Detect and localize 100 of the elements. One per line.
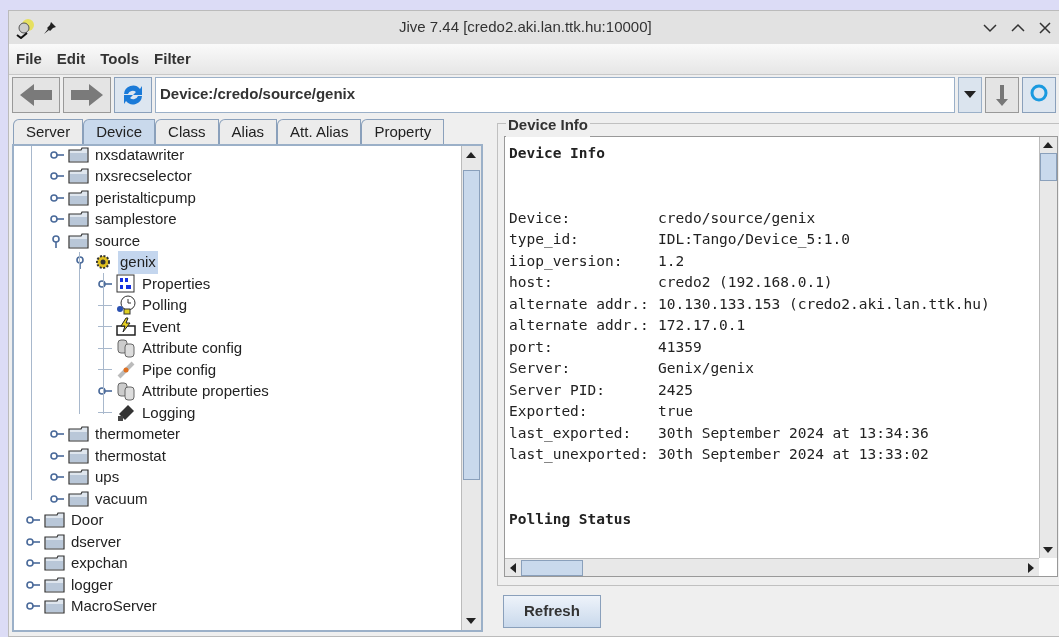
refresh-button[interactable]: Refresh (503, 594, 601, 628)
info-heading: Device Info (509, 144, 606, 163)
scroll-thumb[interactable] (463, 170, 480, 480)
close-icon[interactable] (1039, 21, 1051, 34)
vertical-scrollbar[interactable] (1039, 137, 1057, 558)
app-logo-icon (15, 16, 37, 39)
info-value: true (658, 402, 693, 421)
tree-item[interactable]: Polling (140, 294, 190, 317)
tree-item[interactable]: genix (118, 251, 158, 274)
pipe-icon (116, 359, 136, 380)
dropdown-button[interactable] (958, 76, 982, 113)
forward-button[interactable] (63, 76, 111, 113)
collapsed-toggle-icon[interactable] (50, 149, 64, 160)
collapsed-toggle-icon[interactable] (50, 214, 64, 225)
menu-item[interactable]: Filter (154, 47, 191, 71)
collapsed-toggle-icon[interactable] (26, 515, 40, 526)
cylinders-icon (116, 381, 136, 402)
back-button[interactable] (12, 76, 60, 113)
caret-icon (964, 90, 976, 99)
scroll-thumb[interactable] (521, 559, 583, 576)
info-label: alternate addr.: (509, 316, 650, 335)
tree-item[interactable]: MacroServer (69, 595, 159, 618)
folder-icon (68, 211, 89, 228)
info-value: 1.2 (658, 251, 685, 271)
folder-icon (68, 189, 89, 206)
collapsed-toggle-icon[interactable] (98, 386, 112, 397)
expanded-toggle-icon[interactable] (50, 233, 62, 248)
tree-item[interactable]: Attribute properties (140, 380, 271, 403)
folder-icon (68, 447, 89, 464)
info-value: Genix/genix (658, 359, 755, 378)
tab[interactable]: Server (13, 119, 84, 144)
tree-item[interactable]: Pipe config (140, 358, 219, 381)
tab[interactable]: Att. Alias (277, 119, 362, 144)
collapsed-toggle-icon[interactable] (50, 450, 64, 461)
tree-item[interactable]: dserver (69, 530, 124, 553)
tree-item[interactable]: thermometer (93, 423, 183, 446)
collapsed-toggle-icon[interactable] (50, 192, 64, 203)
collapsed-toggle-icon[interactable] (50, 429, 64, 440)
tree-item[interactable]: nxsrecselector (93, 165, 194, 188)
refresh-icon-button[interactable] (114, 76, 152, 113)
go-button[interactable] (985, 76, 1019, 113)
tree-item[interactable]: Attribute config (140, 337, 245, 360)
scroll-thumb[interactable] (1040, 153, 1057, 181)
tree-item[interactable]: samplestore (93, 208, 179, 231)
folder-icon (68, 232, 89, 249)
minimize-icon[interactable] (983, 22, 997, 33)
info-value: 41359 (658, 337, 702, 357)
tree-item[interactable]: peristalticpump (93, 186, 198, 209)
info-value: 10.130.133.153 (credo2.aki.lan.ttk.hu) (658, 294, 990, 314)
info-value: 30th September 2024 at 13:34:36 (658, 423, 929, 443)
info-label: type_id: (509, 230, 580, 250)
info-label: port: (509, 337, 554, 357)
folder-icon (68, 469, 89, 486)
collapsed-toggle-icon[interactable] (26, 601, 40, 612)
window-title: Jive 7.44 [credo2.aki.lan.ttk.hu:10000] (399, 17, 652, 38)
tree-item[interactable]: Properties (140, 272, 213, 295)
collapsed-toggle-icon[interactable] (26, 536, 40, 547)
address-field[interactable]: Device:/credo/source/genix (155, 76, 955, 113)
tree-item[interactable]: logger (69, 573, 115, 596)
vertical-scrollbar[interactable] (461, 146, 481, 630)
tree-item[interactable]: expchan (69, 552, 130, 575)
info-value: 2425 (658, 380, 693, 400)
tree-item[interactable]: Logging (140, 401, 198, 424)
tab[interactable]: Class (155, 119, 219, 144)
collapsed-toggle-icon[interactable] (50, 171, 64, 182)
properties-icon (116, 273, 136, 294)
menu-item[interactable]: File (16, 47, 42, 71)
section-heading: Polling Status (509, 509, 632, 529)
tab[interactable]: Property (361, 119, 445, 144)
collapsed-toggle-icon[interactable] (50, 472, 64, 483)
search-button[interactable] (1022, 76, 1056, 113)
horizontal-scrollbar[interactable] (505, 558, 1039, 576)
folder-icon (68, 426, 89, 443)
info-label: host: (509, 273, 554, 292)
expanded-toggle-icon[interactable] (74, 255, 86, 270)
info-label: Server PID: (509, 380, 607, 400)
info-label: last_unexported: (509, 445, 650, 465)
menu-item[interactable]: Edit (56, 47, 86, 71)
folder-icon (44, 512, 65, 529)
info-label: iiop_version: (509, 251, 624, 272)
tree-item[interactable]: thermostat (93, 444, 168, 467)
tree-item[interactable]: Event (140, 315, 183, 338)
tree-item[interactable]: nxsdatawriter (93, 146, 187, 166)
tree-item[interactable]: ups (93, 466, 122, 489)
collapsed-toggle-icon[interactable] (26, 558, 40, 569)
collapsed-toggle-icon[interactable] (50, 493, 64, 504)
tab[interactable]: Alias (218, 119, 278, 144)
tree-item[interactable]: vacuum (93, 487, 150, 510)
collapsed-toggle-icon[interactable] (26, 579, 40, 590)
tab[interactable]: Device (83, 119, 156, 144)
info-value: 172.17.0.1 (658, 316, 746, 335)
tree-item[interactable]: Door (69, 509, 106, 532)
menu-item[interactable]: Tools (100, 47, 140, 71)
folder-icon (44, 533, 65, 550)
tree-item[interactable]: source (93, 229, 143, 252)
folder-icon (44, 555, 65, 572)
collapsed-toggle-icon[interactable] (98, 278, 112, 289)
pin-icon[interactable] (43, 20, 57, 35)
camera-icon (116, 402, 136, 423)
maximize-icon[interactable] (1011, 22, 1025, 33)
